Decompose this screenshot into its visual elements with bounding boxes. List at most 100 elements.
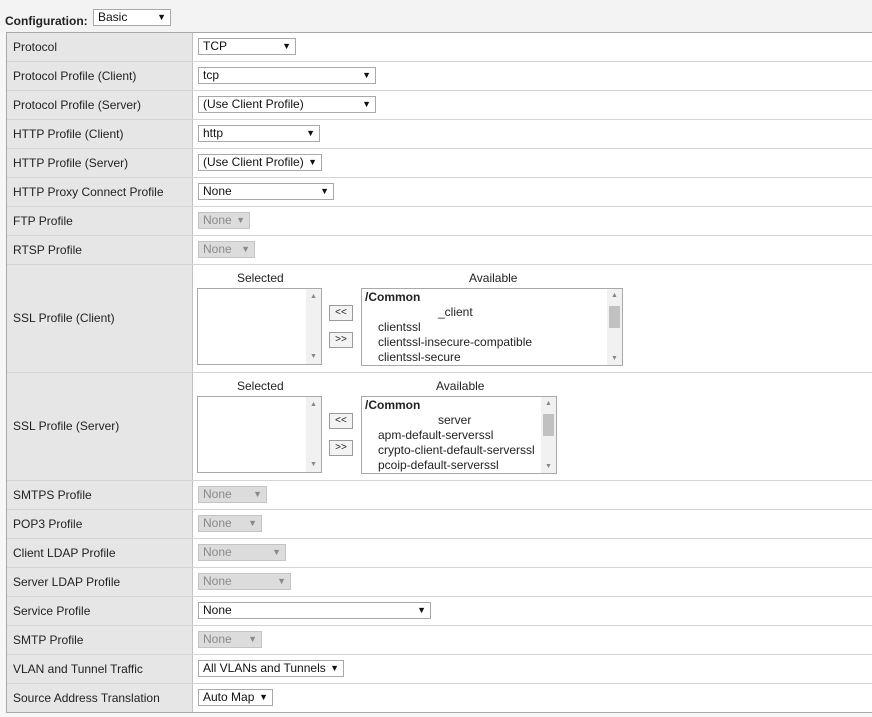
row-http-proxy-connect-profile: HTTP Proxy Connect Profile None ▼ xyxy=(7,178,872,207)
row-smtps-profile: SMTPS Profile None ▼ xyxy=(7,481,872,510)
pop3-profile-select: None ▼ xyxy=(198,515,262,532)
scroll-up-icon[interactable]: ▲ xyxy=(306,401,321,408)
configuration-mode-select[interactable]: Basic ▼ xyxy=(93,9,171,26)
ssl-client-selected-list[interactable]: ▲ ▼ xyxy=(197,288,322,365)
select-value: (Use Client Profile) xyxy=(203,97,304,111)
select-value: All VLANs and Tunnels xyxy=(203,661,326,675)
http-profile-client-select[interactable]: http ▼ xyxy=(198,125,320,142)
row-label: Server LDAP Profile xyxy=(13,575,121,589)
row-ssl-profile-client: SSL Profile (Client) Selected Available … xyxy=(7,265,872,373)
scroll-thumb[interactable] xyxy=(543,414,554,436)
chevron-down-icon: ▼ xyxy=(282,41,291,51)
list-item[interactable]: _client xyxy=(438,305,473,319)
chevron-down-icon: ▼ xyxy=(272,547,281,557)
row-label: Service Profile xyxy=(13,604,91,618)
chevron-down-icon: ▼ xyxy=(362,70,371,80)
chevron-down-icon: ▼ xyxy=(248,518,257,528)
chevron-down-icon: ▼ xyxy=(241,244,250,254)
http-profile-server-select[interactable]: (Use Client Profile) ▼ xyxy=(198,154,322,171)
row-rtsp-profile: RTSP Profile None ▼ xyxy=(7,236,872,265)
service-profile-select[interactable]: None ▼ xyxy=(198,602,431,619)
select-value: tcp xyxy=(203,68,220,82)
ssl-client-remove-button[interactable]: >> xyxy=(329,332,353,348)
select-value: None xyxy=(203,184,232,198)
configuration-bar: Configuration: Basic ▼ xyxy=(0,0,872,32)
selected-column-title: Selected xyxy=(237,379,284,393)
row-protocol: Protocol TCP ▼ xyxy=(7,33,872,62)
scroll-down-icon[interactable]: ▼ xyxy=(607,355,622,362)
chevron-down-icon: ▼ xyxy=(259,692,268,702)
ssl-server-remove-button[interactable]: >> xyxy=(329,440,353,456)
chevron-down-icon: ▼ xyxy=(236,215,245,225)
scrollbar[interactable]: ▲ ▼ xyxy=(306,289,321,364)
protocol-select[interactable]: TCP ▼ xyxy=(198,38,296,55)
scroll-down-icon[interactable]: ▼ xyxy=(541,463,556,470)
row-label: Protocol Profile (Client) xyxy=(13,69,137,83)
row-label: POP3 Profile xyxy=(13,517,83,531)
list-item[interactable]: apm-default-serverssl xyxy=(378,428,493,442)
scrollbar[interactable]: ▲ ▼ xyxy=(541,397,556,473)
scrollbar[interactable]: ▲ ▼ xyxy=(306,397,321,472)
list-item[interactable]: clientssl-secure xyxy=(378,350,461,364)
scroll-down-icon[interactable]: ▼ xyxy=(306,353,321,360)
client-ldap-profile-select: None ▼ xyxy=(198,544,286,561)
ssl-client-add-button[interactable]: << xyxy=(329,305,353,321)
available-column-title: Available xyxy=(469,271,518,285)
row-service-profile: Service Profile None ▼ xyxy=(7,597,872,626)
scrollbar[interactable]: ▲ ▼ xyxy=(607,289,622,365)
ssl-client-available-list[interactable]: /Common _client clientssl clientssl-inse… xyxy=(361,288,623,366)
ssl-server-available-list[interactable]: /Common server apm-default-serverssl cry… xyxy=(361,396,557,474)
select-value: None xyxy=(203,632,232,646)
row-ftp-profile: FTP Profile None ▼ xyxy=(7,207,872,236)
list-group-common: /Common xyxy=(365,398,421,412)
chevron-down-icon: ▼ xyxy=(306,128,315,138)
smtp-profile-select: None ▼ xyxy=(198,631,262,648)
row-label: RTSP Profile xyxy=(13,243,82,257)
row-label: Protocol Profile (Server) xyxy=(13,98,142,112)
list-item[interactable]: crypto-client-default-serverssl xyxy=(378,443,535,457)
chevron-down-icon: ▼ xyxy=(248,634,257,644)
select-value: None xyxy=(203,603,232,617)
scroll-up-icon[interactable]: ▲ xyxy=(607,292,622,299)
list-item[interactable]: pcoip-default-serverssl xyxy=(378,458,499,472)
scroll-down-icon[interactable]: ▼ xyxy=(306,461,321,468)
row-label: HTTP Profile (Client) xyxy=(13,127,124,141)
vlan-tunnel-traffic-select[interactable]: All VLANs and Tunnels ▼ xyxy=(198,660,344,677)
list-item[interactable]: clientssl-insecure-compatible xyxy=(378,335,532,349)
list-item[interactable]: server xyxy=(438,413,471,427)
row-client-ldap-profile: Client LDAP Profile None ▼ xyxy=(7,539,872,568)
row-label: HTTP Proxy Connect Profile xyxy=(13,185,164,199)
scroll-up-icon[interactable]: ▲ xyxy=(541,400,556,407)
select-value: TCP xyxy=(203,39,227,53)
select-value: None xyxy=(203,487,232,501)
http-proxy-connect-profile-select[interactable]: None ▼ xyxy=(198,183,334,200)
row-http-profile-server: HTTP Profile (Server) (Use Client Profil… xyxy=(7,149,872,178)
row-server-ldap-profile: Server LDAP Profile None ▼ xyxy=(7,568,872,597)
select-value: http xyxy=(203,126,224,140)
scroll-up-icon[interactable]: ▲ xyxy=(306,293,321,300)
list-item[interactable]: clientssl xyxy=(378,320,421,334)
ftp-profile-select: None ▼ xyxy=(198,212,250,229)
chevron-down-icon: ▼ xyxy=(157,12,166,22)
row-protocol-profile-client: Protocol Profile (Client) tcp ▼ xyxy=(7,62,872,91)
row-protocol-profile-server: Protocol Profile (Server) (Use Client Pr… xyxy=(7,91,872,120)
profile-settings-table: Protocol TCP ▼ Protocol Profile (Client)… xyxy=(6,32,872,713)
select-value: (Use Client Profile) xyxy=(203,155,304,169)
protocol-profile-server-select[interactable]: (Use Client Profile) ▼ xyxy=(198,96,376,113)
source-address-translation-select[interactable]: Auto Map ▼ xyxy=(198,689,273,706)
protocol-profile-client-select[interactable]: tcp ▼ xyxy=(198,67,376,84)
scroll-thumb[interactable] xyxy=(609,306,620,328)
chevron-down-icon: ▼ xyxy=(417,605,426,615)
ssl-server-selected-list[interactable]: ▲ ▼ xyxy=(197,396,322,473)
row-smtp-profile: SMTP Profile None ▼ xyxy=(7,626,872,655)
row-vlan-tunnel-traffic: VLAN and Tunnel Traffic All VLANs and Tu… xyxy=(7,655,872,684)
row-label: SMTP Profile xyxy=(13,633,84,647)
row-label: HTTP Profile (Server) xyxy=(13,156,129,170)
chevron-down-icon: ▼ xyxy=(253,489,262,499)
smtps-profile-select: None ▼ xyxy=(198,486,267,503)
select-value: None xyxy=(203,213,232,227)
ssl-server-add-button[interactable]: << xyxy=(329,413,353,429)
row-label: Client LDAP Profile xyxy=(13,546,116,560)
row-pop3-profile: POP3 Profile None ▼ xyxy=(7,510,872,539)
select-value: None xyxy=(203,545,232,559)
